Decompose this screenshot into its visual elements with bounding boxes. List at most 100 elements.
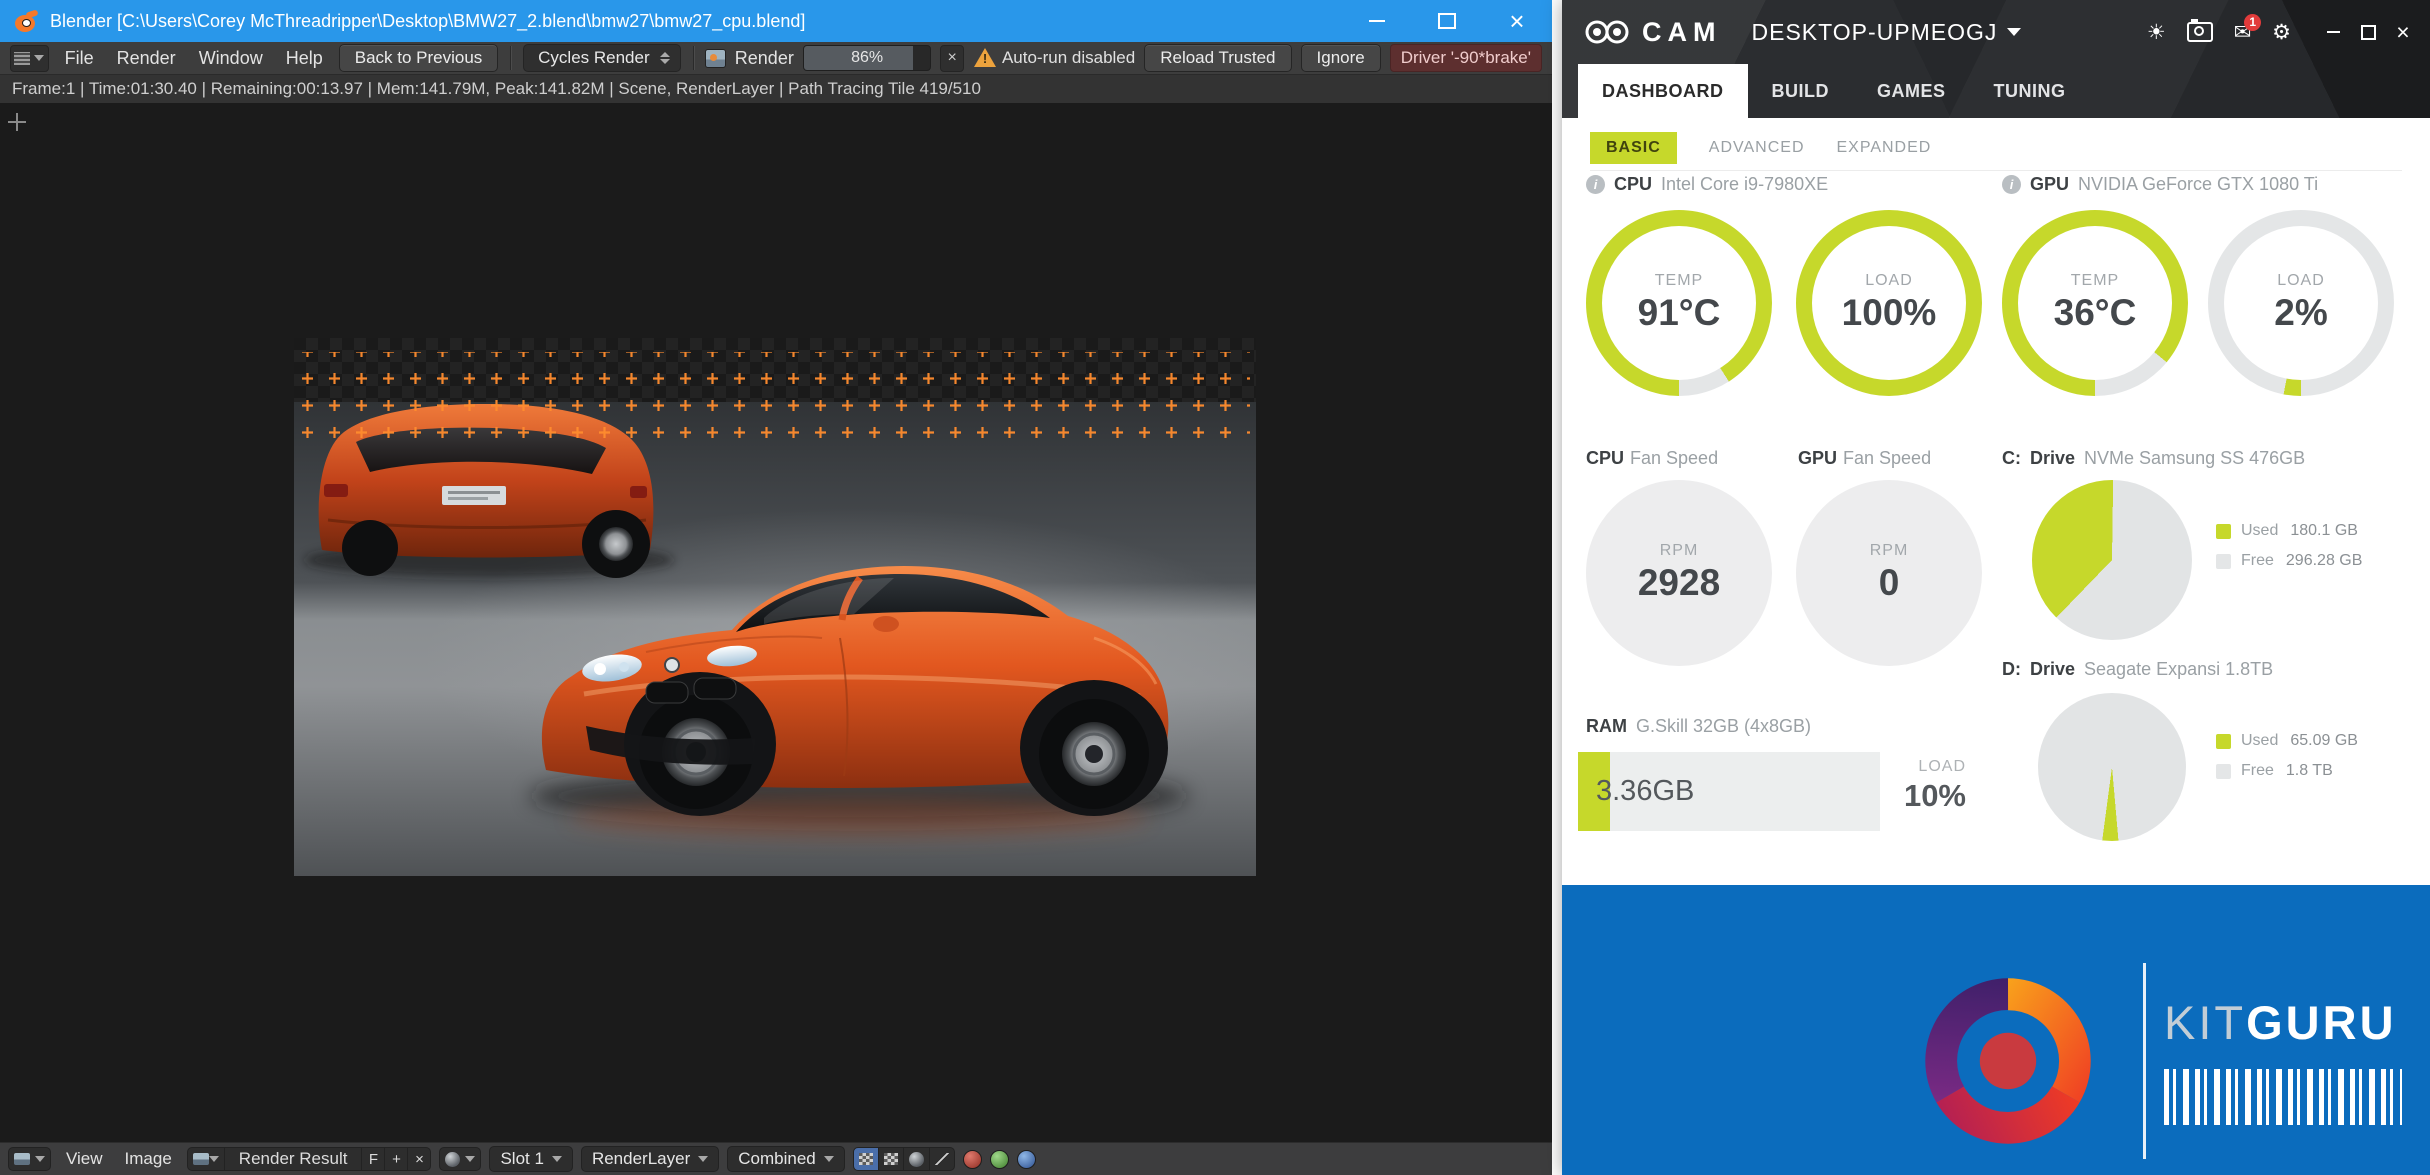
ram-load-label: LOAD	[1888, 758, 1966, 776]
hostname-dropdown[interactable]: DESKTOP-UPMEOGJ	[1752, 19, 2022, 46]
gpu-fan-text: Fan Speed	[1843, 448, 1931, 469]
unlink-image-button[interactable]: ×	[407, 1147, 431, 1171]
dashboard-subtabs: BASIC ADVANCED EXPANDED	[1590, 132, 1931, 164]
image-name-field[interactable]: Render Result	[224, 1147, 363, 1171]
autorun-warning-text: Auto-run disabled	[1002, 48, 1135, 68]
render-result-area	[294, 338, 1256, 876]
separator	[693, 46, 694, 70]
editor-type-button[interactable]	[8, 1147, 51, 1171]
drive-d-letter: D:	[2002, 659, 2021, 680]
sphere-icon	[445, 1152, 460, 1167]
channel-blue-toggle[interactable]	[1017, 1150, 1036, 1169]
progress-text: 86%	[804, 46, 931, 70]
render-engine-select[interactable]: Cycles Render	[523, 44, 681, 72]
footer-menu-view[interactable]: View	[59, 1147, 110, 1171]
drive-c-name: NVMe Samsung SS 476GB	[2084, 448, 2305, 469]
menu-render[interactable]: Render	[110, 45, 183, 72]
cam-close-button[interactable]: ×	[2392, 21, 2414, 43]
image-icon	[193, 1153, 209, 1165]
subtab-advanced[interactable]: ADVANCED	[1709, 132, 1805, 164]
browse-image-button[interactable]	[187, 1147, 225, 1171]
ram-value: 3.36GB	[1596, 752, 1694, 831]
subtab-expanded[interactable]: EXPANDED	[1837, 132, 1932, 164]
tab-games[interactable]: GAMES	[1853, 64, 1970, 118]
updown-icon	[660, 52, 670, 64]
cam-maximize-button[interactable]	[2357, 21, 2379, 43]
menu-window[interactable]: Window	[192, 45, 270, 72]
chevron-down-icon	[698, 1156, 708, 1162]
cancel-render-button[interactable]: ×	[940, 45, 964, 72]
info-editor-icon	[14, 52, 30, 65]
messages-icon[interactable]: ✉1	[2234, 22, 2252, 43]
free-label: Free	[2241, 552, 2274, 570]
close-icon: ×	[1509, 8, 1524, 34]
drive-c-header: C: Drive NVMe Samsung SS 476GB	[2002, 448, 2305, 469]
channel-green-toggle[interactable]	[990, 1150, 1009, 1169]
slot-select[interactable]: Slot 1	[489, 1146, 572, 1172]
pivot-button[interactable]	[439, 1147, 481, 1171]
window-title: Blender [C:\Users\Corey McThreadripper\D…	[50, 11, 805, 32]
cpu-fan-text: Fan Speed	[1630, 448, 1718, 469]
cam-top-bar: CAM DESKTOP-UPMEOGJ ☀ ✉1 ⚙ × DASHBOARD B…	[1562, 0, 2430, 118]
draw-zbuffer-toggle[interactable]	[903, 1147, 930, 1171]
renderlayer-select[interactable]: RenderLayer	[581, 1146, 719, 1172]
ram-load-value: 10%	[1888, 778, 1966, 814]
used-label: Used	[2241, 732, 2278, 750]
ignore-button[interactable]: Ignore	[1301, 44, 1381, 72]
blender-header: File Render Window Help Back to Previous…	[0, 42, 1552, 74]
chevron-down-icon	[209, 1156, 219, 1162]
fake-user-button[interactable]: F	[361, 1147, 385, 1171]
ram-load: LOAD 10%	[1888, 758, 1966, 814]
minimize-icon	[2327, 31, 2340, 33]
cpu-fan-gauge: RPM 2928	[1586, 480, 1772, 666]
draw-exposure-toggle[interactable]	[929, 1147, 955, 1171]
minimize-button[interactable]	[1342, 0, 1412, 42]
legend-free: Free296.28 GB	[2216, 552, 2362, 570]
close-button[interactable]: ×	[1482, 0, 1552, 42]
image-datablock: Render Result F + ×	[187, 1147, 432, 1171]
render-stats-text: Frame:1 | Time:01:30.40 | Remaining:00:1…	[12, 79, 981, 99]
gpu-fan-label: GPU Fan Speed	[1798, 448, 1931, 469]
render-tile-markers	[300, 352, 1250, 452]
cpu-name: Intel Core i9-7980XE	[1661, 174, 1828, 195]
draw-alpha-toggle[interactable]	[853, 1147, 879, 1171]
cpu-load-gauge: LOAD100%	[1796, 210, 1982, 396]
footer-menu-image[interactable]: Image	[118, 1147, 179, 1171]
tab-build[interactable]: BUILD	[1748, 64, 1854, 118]
gpu-fan-gauge: RPM 0	[1796, 480, 1982, 666]
subtab-basic[interactable]: BASIC	[1590, 132, 1677, 164]
gpu-label: GPU	[2030, 174, 2069, 195]
back-to-previous-button[interactable]: Back to Previous	[339, 44, 499, 72]
settings-gear-icon[interactable]: ⚙	[2272, 22, 2291, 43]
driver-error-badge: Driver '-90*brake'	[1390, 44, 1542, 72]
editor-type-button[interactable]	[10, 45, 49, 72]
renderpass-select[interactable]: Combined	[727, 1146, 845, 1172]
divider	[2143, 963, 2146, 1159]
free-label: Free	[2241, 762, 2274, 780]
gauge-label: TEMP	[1655, 272, 1703, 290]
image-editor-header: View Image Render Result F + × Slot 1 Re…	[0, 1142, 1552, 1175]
menu-help[interactable]: Help	[279, 45, 330, 72]
draw-color-toggle[interactable]	[878, 1147, 904, 1171]
checker-icon	[884, 1153, 898, 1165]
render-progress-bar: 86%	[803, 45, 932, 71]
gpu-rpm-value: 0	[1879, 562, 1900, 604]
new-image-button[interactable]: +	[384, 1147, 408, 1171]
gpu-load-value: 2%	[2274, 292, 2327, 334]
tab-tuning[interactable]: TUNING	[1970, 64, 2090, 118]
brightness-icon[interactable]: ☀	[2147, 22, 2166, 43]
maximize-icon	[2361, 25, 2376, 40]
menu-file[interactable]: File	[58, 45, 101, 72]
camera-icon[interactable]	[2187, 22, 2213, 42]
kitguru-footer: KITGURU	[1562, 885, 2430, 1175]
drive-d-label: Drive	[2030, 659, 2075, 680]
image-editor-viewport	[0, 103, 1552, 1143]
cpu-load-value: 100%	[1842, 292, 1937, 334]
tab-dashboard[interactable]: DASHBOARD	[1578, 64, 1748, 118]
blender-logo-icon	[12, 7, 40, 35]
channel-red-toggle[interactable]	[963, 1150, 982, 1169]
cam-minimize-button[interactable]	[2322, 21, 2344, 43]
reload-trusted-button[interactable]: Reload Trusted	[1144, 44, 1291, 72]
ram-name: G.Skill 32GB (4x8GB)	[1636, 716, 1811, 737]
maximize-button[interactable]	[1412, 0, 1482, 42]
